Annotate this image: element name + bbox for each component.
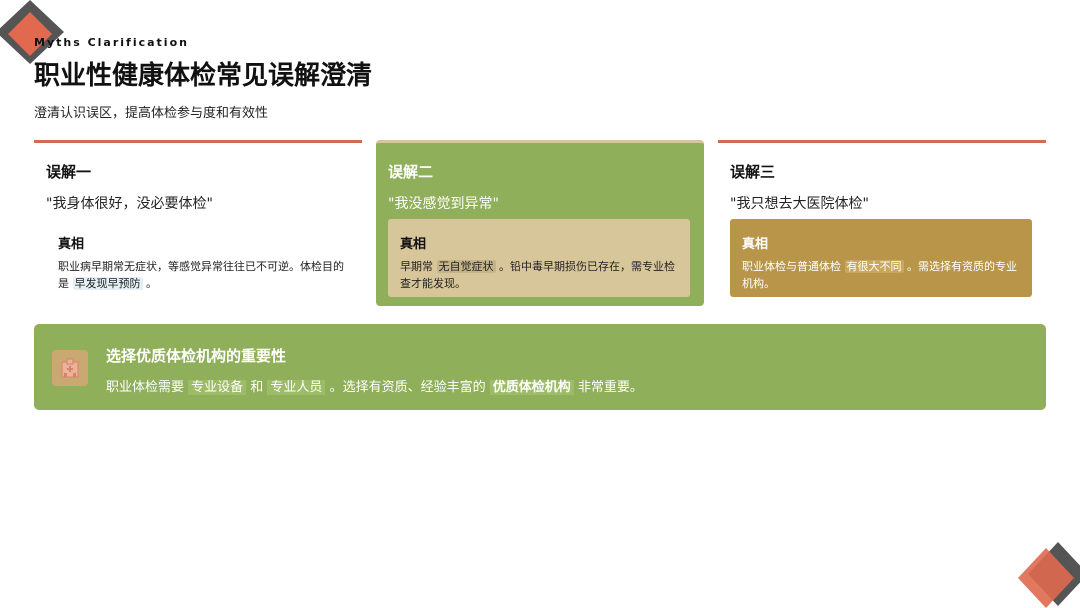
- myth-card-1: 误解一 "我身体很好，没必要体检" 真相 职业病早期常无症状，等感觉异常往往已不…: [34, 140, 362, 290]
- myth-title: 误解二: [388, 163, 434, 181]
- truth-label: 真相: [400, 237, 427, 252]
- banner-title: 选择优质体检机构的重要性: [106, 347, 287, 365]
- banner-highlight-strong: 优质体检机构: [489, 380, 574, 395]
- truth-box: 真相 职业体检与普通体检 有很大不同 。需选择有资质的专业机构。: [730, 219, 1032, 297]
- banner-highlight: 专业设备: [188, 380, 247, 395]
- truth-highlight: 早发现早预防: [72, 277, 143, 290]
- banner-text: 职业体检需要 专业设备 和 专业人员 。选择有资质、经验丰富的 优质体检机构 非…: [106, 380, 643, 395]
- truth-text: 早期常 无自觉症状 。铅中毒早期损伤已存在，需专业检查才能发现。: [400, 260, 675, 290]
- page-subtitle: 澄清认识误区，提高体检参与度和有效性: [34, 106, 269, 121]
- truth-box: 真相 早期常 无自觉症状 。铅中毒早期损伤已存在，需专业检查才能发现。: [388, 219, 690, 297]
- truth-highlight: 有很大不同: [844, 260, 904, 273]
- page-title: 职业性健康体检常见误解澄清: [34, 61, 373, 91]
- myth-quote: "我没感觉到异常": [388, 196, 499, 212]
- decorative-diamonds-bottom-right: [1018, 542, 1080, 608]
- importance-banner: 选择优质体检机构的重要性 职业体检需要 专业设备 和 专业人员 。选择有资质、经…: [34, 324, 1046, 410]
- myth-card-3: 误解三 "我只想去大医院体检" 真相 职业体检与普通体检 有很大不同 。需选择有…: [718, 140, 1046, 297]
- header-kicker: Myths Clarification: [34, 36, 189, 49]
- truth-label: 真相: [58, 237, 85, 252]
- myth-title: 误解三: [730, 163, 776, 181]
- truth-label: 真相: [742, 237, 769, 252]
- truth-highlight: 无自觉症状: [436, 260, 496, 273]
- hospital-icon: [52, 350, 88, 386]
- myth-card-2: 误解二 "我没感觉到异常" 真相 早期常 无自觉症状 。铅中毒早期损伤已存在，需…: [376, 140, 704, 306]
- truth-text: 职业体检与普通体检 有很大不同 。需选择有资质的专业机构。: [742, 260, 1017, 290]
- myth-quote: "我只想去大医院体检": [730, 196, 869, 212]
- truth-text: 职业病早期常无症状，等感觉异常往往已不可逆。体检目的是 早发现早预防 。: [58, 260, 344, 290]
- myth-title: 误解一: [46, 163, 92, 181]
- truth-box: 真相 职业病早期常无症状，等感觉异常往往已不可逆。体检目的是 早发现早预防 。: [46, 219, 360, 297]
- myth-quote: "我身体很好，没必要体检": [46, 196, 213, 212]
- banner-highlight: 专业人员: [267, 380, 326, 395]
